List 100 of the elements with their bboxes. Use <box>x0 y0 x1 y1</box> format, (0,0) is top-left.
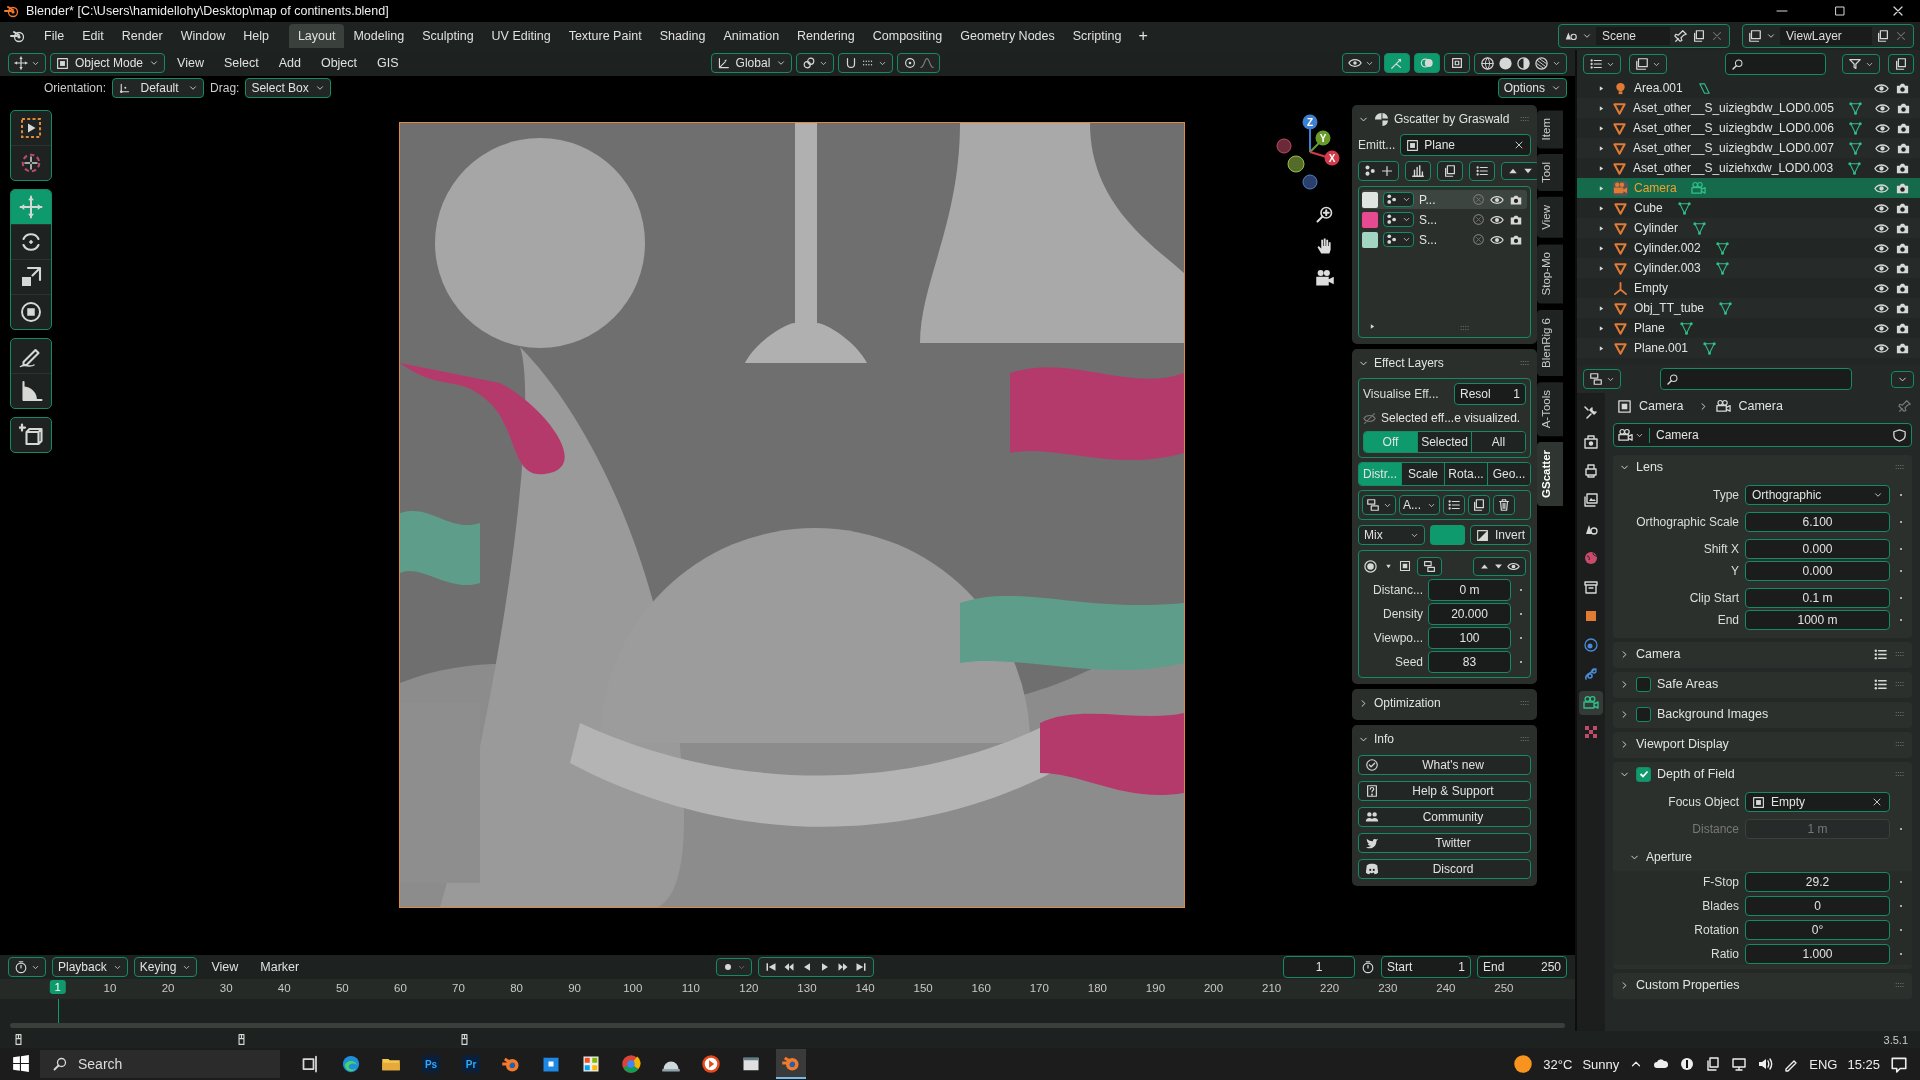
link-button[interactable]: Community <box>1358 807 1531 827</box>
sidebar-tab[interactable]: A-Tools <box>1537 381 1563 436</box>
invert-button[interactable]: Invert <box>1470 525 1531 545</box>
workspace-tab[interactable]: Layout <box>288 24 345 48</box>
workspace-tab[interactable]: Compositing <box>863 24 952 48</box>
outliner-row[interactable]: Aset_other__S_uiziegbdw_LOD0.005 <box>1577 98 1920 118</box>
number-field[interactable]: 0.000 <box>1745 561 1890 581</box>
layer-row[interactable]: P... <box>1362 190 1527 209</box>
outliner-row[interactable]: Obj_TT_tube <box>1577 298 1920 318</box>
visualise-option[interactable]: All <box>1472 432 1525 452</box>
workspace-tab[interactable]: Scripting <box>1063 24 1131 48</box>
number-field[interactable]: 20.000 <box>1428 603 1511 625</box>
orientation-dropdown[interactable]: Default <box>112 78 205 98</box>
outliner-row[interactable]: Plane <box>1577 318 1920 338</box>
effect-tab[interactable]: Scale <box>1402 463 1445 485</box>
object-field[interactable]: Empty <box>1745 792 1890 812</box>
link-button[interactable]: Discord <box>1358 859 1531 879</box>
outliner-row[interactable]: Aset_other__S_uiziegbdw_LOD0.006 <box>1577 118 1920 138</box>
datablock-field[interactable]: Camera <box>1613 423 1912 447</box>
menu-item[interactable]: Select <box>215 53 267 73</box>
layer-row[interactable]: S... <box>1362 230 1527 249</box>
visualise-option[interactable]: Selected <box>1418 432 1472 452</box>
mode-dropdown[interactable]: Object Mode <box>50 53 166 73</box>
number-field[interactable]: 6.100 <box>1745 512 1890 532</box>
sidebar-tab[interactable]: BlenRig 6 <box>1537 309 1563 376</box>
workspace-tab[interactable]: Sculpting <box>413 24 483 48</box>
number-field[interactable]: 100 <box>1428 627 1511 649</box>
effect-tab[interactable]: Rota... <box>1445 463 1488 485</box>
panel-title: Gscatter by Graswald <box>1394 112 1511 126</box>
outliner-row[interactable]: Aset_other__S_uiziegbdw_LOD0.007 <box>1577 138 1920 158</box>
menu-dropdown[interactable]: Keying <box>133 957 198 977</box>
sidebar-tab[interactable]: View <box>1537 197 1563 239</box>
object-name: Camera <box>1634 181 1677 195</box>
emitter-field[interactable]: Plane <box>1400 134 1531 156</box>
taskbar-button[interactable]: Ps <box>416 1049 446 1079</box>
number-field[interactable]: 0 m <box>1428 579 1511 601</box>
outliner-row[interactable]: Cube <box>1577 198 1920 218</box>
start-frame-field[interactable]: Start 1 <box>1381 956 1471 978</box>
menu-item[interactable]: Add <box>270 53 309 73</box>
menu-item[interactable]: View <box>169 53 212 73</box>
workspace-tab[interactable]: Rendering <box>788 24 864 48</box>
menu-item[interactable]: File <box>36 26 73 46</box>
sidebar-tab[interactable]: GScatter <box>1537 441 1563 506</box>
outliner-row[interactable]: Plane.001 <box>1577 338 1920 358</box>
sidebar-tab[interactable]: Stop-Mo <box>1537 244 1563 304</box>
workspace-tab[interactable]: Texture Paint <box>559 24 651 48</box>
resolution-field[interactable]: Resol 1 <box>1454 383 1526 405</box>
workspace-tab[interactable]: Geometry Nodes <box>951 24 1064 48</box>
menu-item[interactable]: Marker <box>252 957 308 977</box>
view-layer-selector[interactable]: ViewLayer <box>1742 24 1914 48</box>
number-field[interactable]: 0.1 m <box>1745 588 1890 608</box>
outliner-row[interactable]: Aset_other__S_uiziehxdw_LOD0.003 <box>1577 158 1920 178</box>
number-field[interactable]: 0 <box>1745 896 1890 916</box>
menu-item[interactable]: View <box>203 957 247 977</box>
drag-dropdown[interactable]: Select Box <box>245 78 331 98</box>
object-name: Plane.001 <box>1634 341 1689 355</box>
effect-tab[interactable]: Geo... <box>1488 463 1530 485</box>
workspace-tab[interactable]: Modeling <box>344 24 414 48</box>
menu-item[interactable]: GIS <box>369 53 407 73</box>
menu-item[interactable]: Object <box>312 53 366 73</box>
menu-item[interactable]: Help <box>235 26 277 46</box>
workspace-tab[interactable]: Shading <box>650 24 715 48</box>
orientation-dropdown[interactable]: Global <box>710 53 793 73</box>
link-button[interactable]: Help & Support <box>1358 781 1531 801</box>
menu-item[interactable]: Edit <box>74 26 112 46</box>
number-field[interactable]: 29.2 <box>1745 872 1890 892</box>
number-field[interactable]: 1.000 <box>1745 944 1890 964</box>
current-frame-marker[interactable]: 1 <box>49 980 66 994</box>
taskbar-button[interactable]: Pr <box>456 1049 486 1079</box>
type-dropdown[interactable]: Orthographic <box>1745 485 1890 505</box>
menu-dropdown[interactable]: Playback <box>52 957 128 977</box>
add-workspace-button[interactable]: + <box>1130 24 1156 48</box>
number-field[interactable]: 0.000 <box>1745 539 1890 559</box>
workspace-tab[interactable]: UV Editing <box>482 24 560 48</box>
menu-item[interactable]: Window <box>172 26 234 46</box>
effect-dropdown[interactable]: A... <box>1399 495 1440 515</box>
search-field[interactable]: Search <box>40 1050 280 1078</box>
outliner-row[interactable]: Cylinder.003 <box>1577 258 1920 278</box>
navigation-gizmo[interactable]: Z Y X <box>1269 112 1350 192</box>
link-button[interactable]: Twitter <box>1358 833 1531 853</box>
number-field[interactable]: 1000 m <box>1745 610 1890 630</box>
scene-selector[interactable]: Scene <box>1558 24 1730 48</box>
language-indicator[interactable]: ENG <box>1809 1056 1838 1072</box>
sidebar-tab[interactable]: Item <box>1537 110 1563 149</box>
clock[interactable]: 15:25 <box>1847 1056 1880 1072</box>
current-frame-field[interactable]: 1 <box>1283 956 1355 978</box>
layer-row[interactable]: S... <box>1362 210 1527 229</box>
end-frame-field[interactable]: End 250 <box>1477 956 1567 978</box>
workspace-tab[interactable]: Animation <box>714 24 789 48</box>
outliner-row[interactable]: Area.001 <box>1577 78 1920 98</box>
options-dropdown[interactable]: Options <box>1497 78 1567 98</box>
number-field[interactable]: 83 <box>1428 651 1511 673</box>
sidebar-tab[interactable]: Tool <box>1537 154 1563 192</box>
outliner-row[interactable]: Cylinder <box>1577 218 1920 238</box>
number-field[interactable]: 0° <box>1745 920 1890 940</box>
outliner-row[interactable]: Empty <box>1577 278 1920 298</box>
link-button[interactable]: What's new <box>1358 755 1531 775</box>
blend-dropdown[interactable]: Mix <box>1358 525 1425 545</box>
outliner-row[interactable]: Cylinder.002 <box>1577 238 1920 258</box>
menu-item[interactable]: Render <box>113 26 171 46</box>
